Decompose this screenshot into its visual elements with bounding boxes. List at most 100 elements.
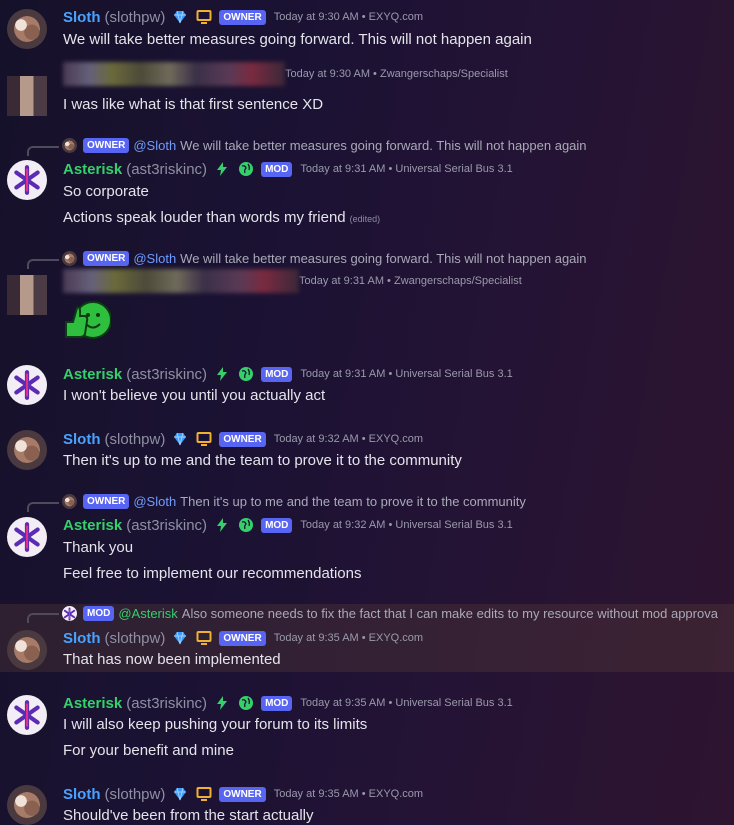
avatar[interactable]	[7, 695, 47, 735]
mention[interactable]: @Asterisk	[118, 606, 177, 621]
reply-spine	[27, 502, 59, 512]
avatar[interactable]	[7, 517, 47, 557]
mod-badge: MOD	[261, 366, 293, 382]
message-6: Sloth (slothpw) OWNER Today at 9:32 AM •…	[0, 423, 734, 483]
avatar[interactable]	[7, 365, 47, 405]
message-4: OWNER @Sloth We will take better measure…	[0, 249, 734, 349]
owner-badge: OWNER	[219, 9, 266, 25]
message-text: That has now been implemented	[63, 651, 281, 668]
bolt-icon	[213, 365, 231, 383]
bolt-icon	[213, 516, 231, 534]
message-text: I will also keep pushing your forum to i…	[63, 716, 368, 733]
reply-avatar	[62, 138, 77, 153]
message-text: I won't believe you until you actually a…	[63, 387, 326, 404]
timestamp: Today at 9:31 AM • Universal Serial Bus …	[300, 368, 513, 380]
reply-spine	[27, 259, 59, 269]
author-username: (ast3riskinc)	[126, 160, 208, 178]
author-name[interactable]: Sloth	[63, 786, 101, 803]
timestamp: Today at 9:35 AM • EXYQ.com	[273, 632, 424, 644]
monitor-icon	[195, 430, 213, 448]
globe-icon	[237, 694, 255, 712]
monitor-icon	[195, 629, 213, 647]
thumbs-up-emoji	[63, 300, 112, 340]
reply-avatar	[62, 494, 77, 509]
globe-icon	[237, 365, 255, 383]
monitor-icon	[195, 785, 213, 803]
avatar[interactable]	[7, 275, 47, 315]
timestamp: Today at 9:32 AM • Universal Serial Bus …	[300, 519, 513, 531]
reply-avatar	[62, 606, 77, 621]
blurred-author-name[interactable]	[63, 62, 285, 86]
message-text: So corporate	[63, 183, 149, 200]
diamond-icon	[171, 629, 189, 647]
timestamp: Today at 9:30 AM • EXYQ.com	[273, 11, 424, 23]
author-username: (ast3riskinc)	[126, 694, 208, 712]
avatar[interactable]	[7, 430, 47, 470]
avatar[interactable]	[7, 9, 47, 49]
reply-preview[interactable]: OWNER @Sloth We will take better measure…	[62, 251, 587, 266]
message-text: For your benefit and mine	[63, 742, 234, 759]
author-name[interactable]: Sloth	[63, 9, 101, 26]
timestamp: Today at 9:30 AM • Zwangerschaps/Special…	[285, 68, 508, 80]
author-username: (ast3riskinc)	[126, 365, 208, 383]
author-name[interactable]: Sloth	[63, 431, 101, 448]
message-1: Sloth (slothpw) OWNER Today at 9:30 AM •…	[0, 0, 734, 62]
author-username: (slothpw)	[104, 785, 166, 803]
timestamp: Today at 9:31 AM • Zwangerschaps/Special…	[299, 275, 522, 287]
reply-preview[interactable]: OWNER @Sloth Then it's up to me and the …	[62, 494, 526, 509]
message-8: MOD @Asterisk Also someone needs to fix …	[0, 604, 734, 672]
reply-spine	[27, 613, 59, 623]
author-username: (slothpw)	[104, 629, 166, 647]
edited-label: (edited)	[349, 214, 381, 224]
timestamp: Today at 9:35 AM • Universal Serial Bus …	[300, 697, 513, 709]
globe-icon	[237, 160, 255, 178]
mod-badge: MOD	[261, 161, 293, 177]
message-9: Asterisk (ast3riskinc) MOD Today at 9:35…	[0, 688, 734, 768]
message-text: I was like what is that first sentence X…	[63, 96, 324, 113]
author-username: (ast3riskinc)	[126, 516, 208, 534]
diamond-icon	[171, 8, 189, 26]
timestamp: Today at 9:32 AM • EXYQ.com	[273, 433, 424, 445]
reply-text: We will take better measures going forwa…	[180, 138, 587, 153]
author-name[interactable]: Sloth	[63, 630, 101, 647]
message-7: OWNER @Sloth Then it's up to me and the …	[0, 493, 734, 593]
reply-preview[interactable]: OWNER @Sloth We will take better measure…	[62, 138, 587, 153]
owner-badge: OWNER	[83, 138, 130, 153]
avatar[interactable]	[7, 630, 47, 670]
bolt-icon	[213, 160, 231, 178]
reply-text: We will take better measures going forwa…	[180, 251, 587, 266]
bolt-icon	[213, 694, 231, 712]
message-text: Should've been from the start actually	[63, 807, 314, 824]
mod-badge: MOD	[261, 695, 293, 711]
reply-preview[interactable]: MOD @Asterisk Also someone needs to fix …	[62, 606, 718, 621]
owner-badge: OWNER	[83, 494, 130, 509]
blurred-author-name[interactable]	[63, 269, 299, 293]
mention[interactable]: @Sloth	[133, 251, 176, 266]
message-2: Today at 9:30 AM • Zwangerschaps/Special…	[0, 62, 734, 122]
mention[interactable]: @Sloth	[133, 138, 176, 153]
author-name[interactable]: Asterisk	[63, 517, 122, 534]
author-name[interactable]: Asterisk	[63, 695, 122, 712]
reply-text: Also someone needs to fix the fact that …	[181, 606, 718, 621]
avatar[interactable]	[7, 76, 47, 116]
avatar[interactable]	[7, 785, 47, 825]
monitor-icon	[195, 8, 213, 26]
avatar[interactable]	[7, 160, 47, 200]
owner-badge: OWNER	[219, 431, 266, 447]
author-name[interactable]: Asterisk	[63, 366, 122, 383]
message-text: Feel free to implement our recommendatio…	[63, 565, 362, 582]
diamond-icon	[171, 785, 189, 803]
author-name[interactable]: Asterisk	[63, 161, 122, 178]
reply-text: Then it's up to me and the team to prove…	[180, 494, 526, 509]
mention[interactable]: @Sloth	[133, 494, 176, 509]
author-username: (slothpw)	[104, 8, 166, 26]
author-username: (slothpw)	[104, 430, 166, 448]
message-text: We will take better measures going forwa…	[63, 31, 532, 48]
owner-badge: OWNER	[83, 251, 130, 266]
timestamp: Today at 9:31 AM • Universal Serial Bus …	[300, 163, 513, 175]
owner-badge: OWNER	[219, 630, 266, 646]
reply-spine	[27, 146, 59, 156]
timestamp: Today at 9:35 AM • EXYQ.com	[273, 788, 424, 800]
owner-badge: OWNER	[219, 786, 266, 802]
message-text: Then it's up to me and the team to prove…	[63, 452, 462, 469]
